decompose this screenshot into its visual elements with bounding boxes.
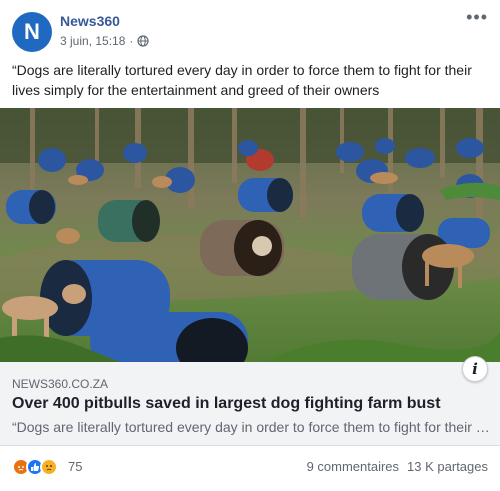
dogs-in-barrels-photo: [0, 108, 500, 370]
page-avatar[interactable]: N: [12, 12, 52, 52]
link-domain: NEWS360.CO.ZA: [12, 377, 109, 391]
comments-count[interactable]: 9 commentaires: [307, 459, 399, 474]
info-icon[interactable]: i: [462, 356, 488, 382]
post-stats: 9 commentaires 13 K partages: [307, 459, 488, 474]
avatar-letter: N: [24, 19, 40, 44]
page-name-link[interactable]: News360: [60, 13, 120, 29]
globe-icon: [137, 35, 149, 47]
reaction-count[interactable]: 75: [68, 459, 82, 474]
reaction-icons[interactable]: [12, 458, 58, 476]
post-photo[interactable]: [0, 108, 500, 370]
link-description: “Dogs are literally tortured every day i…: [12, 419, 490, 435]
sad-icon: [40, 458, 58, 476]
post-timestamp[interactable]: 3 juin, 15:18: [60, 34, 125, 48]
post-header: N News360 3 juin, 15:18 · •••: [0, 0, 500, 58]
link-title[interactable]: Over 400 pitbulls saved in largest dog f…: [12, 395, 441, 413]
post-text: “Dogs are literally tortured every day i…: [12, 62, 472, 98]
post-meta: 3 juin, 15:18 ·: [60, 34, 149, 48]
post-footer: 75 9 commentaires 13 K partages: [0, 446, 500, 491]
more-options-icon[interactable]: •••: [466, 8, 488, 26]
shares-count[interactable]: 13 K partages: [407, 459, 488, 474]
